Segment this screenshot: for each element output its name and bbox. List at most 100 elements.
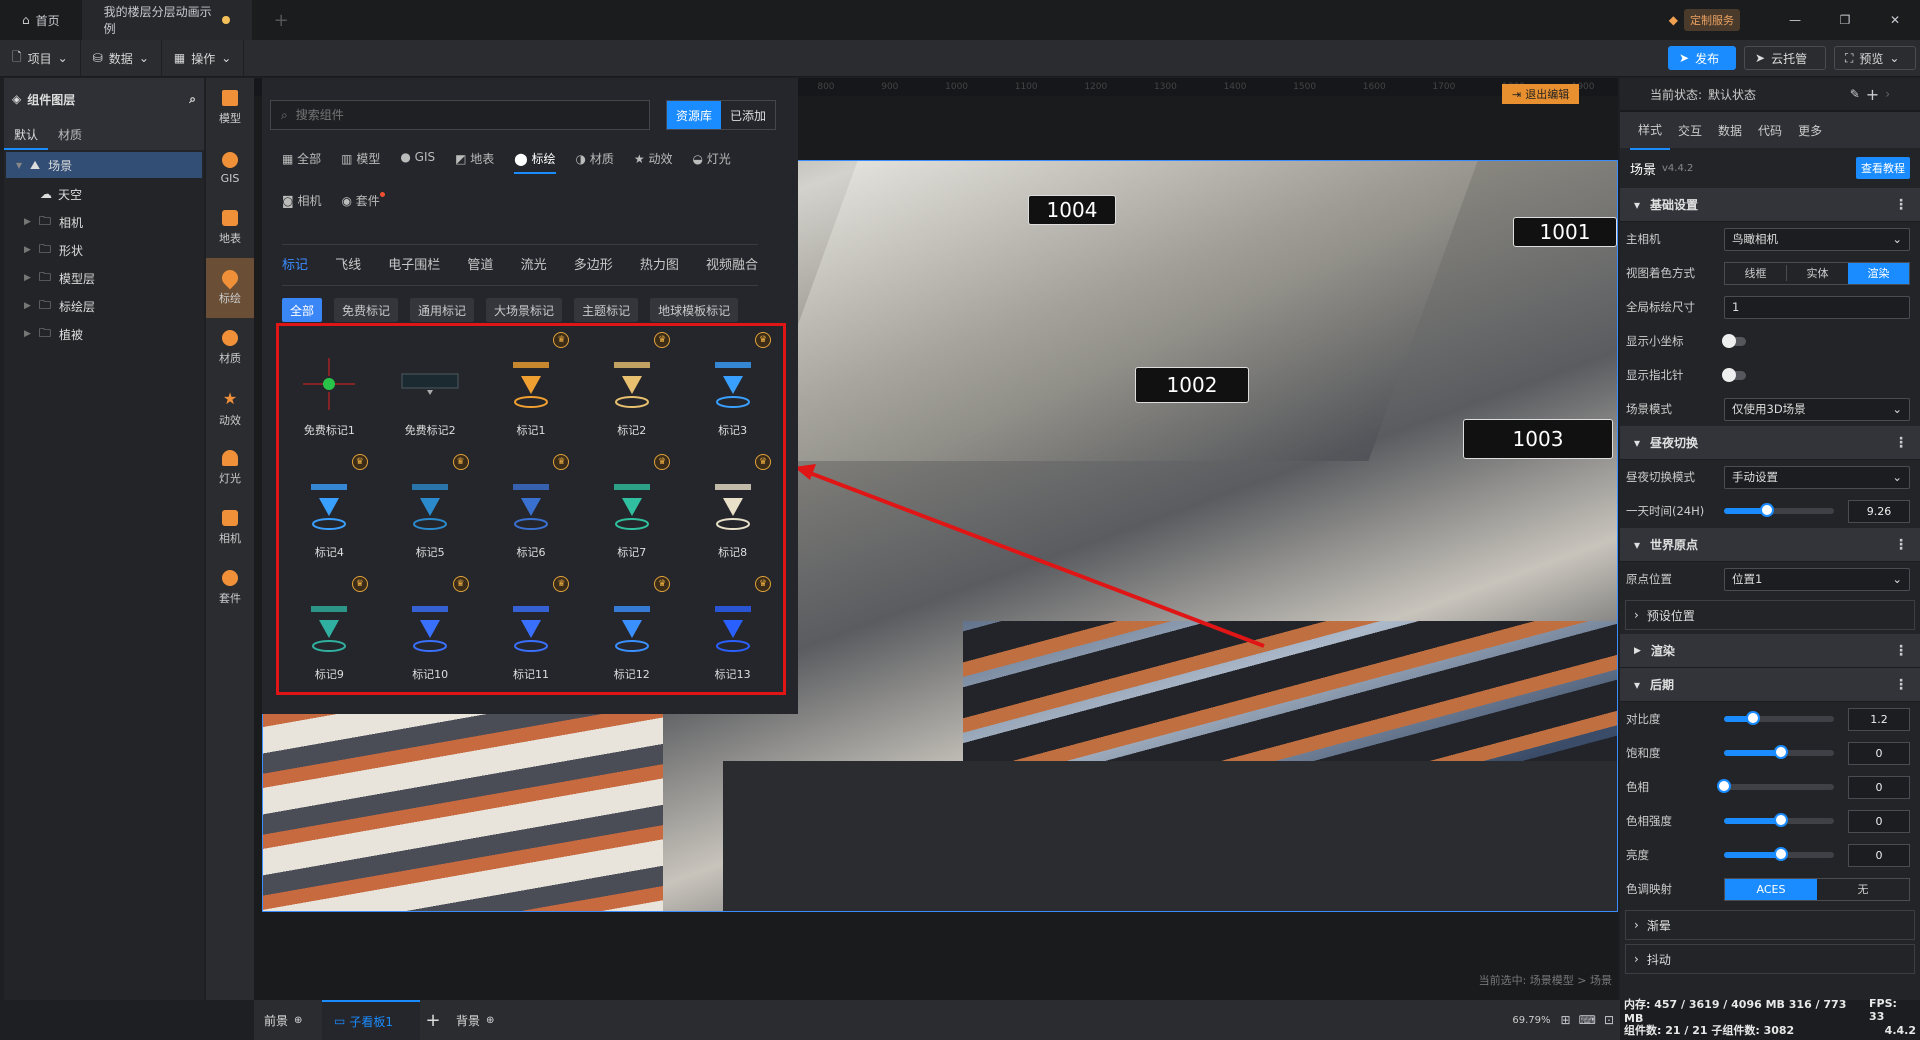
filter-general[interactable]: 通用标记 bbox=[410, 298, 475, 322]
filter-globe-template[interactable]: 地球模板标记 bbox=[650, 298, 739, 322]
category-effect[interactable]: ★ 动效 bbox=[206, 378, 254, 438]
publish-button[interactable]: ➤ 发布 bbox=[1668, 46, 1736, 70]
origin-select[interactable]: 位置1 ⌄ bbox=[1724, 567, 1910, 591]
component-search[interactable]: ⌕ bbox=[270, 100, 650, 130]
shading-wireframe[interactable]: 线框 bbox=[1725, 265, 1787, 281]
section-basic[interactable]: ▾ 基础设置 ⋮ bbox=[1620, 188, 1920, 222]
show-compass-toggle[interactable] bbox=[1722, 367, 1746, 382]
minimize-button[interactable]: — bbox=[1770, 13, 1820, 27]
marker-item[interactable]: 免费标记1 bbox=[279, 326, 380, 448]
jitter-collapse[interactable]: › 抖动 bbox=[1625, 944, 1915, 974]
subtab-streamer[interactable]: 流光 bbox=[521, 254, 547, 273]
menu-operate[interactable]: ▦ 操作 ⌄ bbox=[162, 39, 245, 77]
category-terrain[interactable]: ◩ 地表 bbox=[455, 150, 494, 174]
tree-item-camera[interactable]: ▶ 🗀 相机 bbox=[4, 208, 204, 236]
tree-item-vegetation[interactable]: ▶ 🗀 植被 bbox=[4, 320, 204, 348]
time-slider[interactable] bbox=[1724, 503, 1834, 517]
slider-handle[interactable] bbox=[1745, 711, 1760, 725]
slider-value-input[interactable]: 1.2 bbox=[1848, 707, 1910, 731]
zoom-level[interactable]: 69.79% bbox=[1512, 1015, 1550, 1026]
subtab-heatmap[interactable]: 热力图 bbox=[640, 254, 679, 273]
tab-interaction[interactable]: 交互 bbox=[1670, 112, 1710, 149]
add-circle-icon[interactable]: ⊕ bbox=[486, 1015, 494, 1026]
more-icon[interactable]: ⋮ bbox=[1894, 643, 1908, 659]
tab-background[interactable]: 背景 ⊕ bbox=[446, 1000, 504, 1040]
category-model[interactable]: ▥ 模型 bbox=[341, 150, 380, 174]
edit-icon[interactable]: ✎ bbox=[1850, 87, 1860, 101]
tree-item-plot-layer[interactable]: ▶ 🗀 标绘层 bbox=[4, 292, 204, 320]
post-slider[interactable] bbox=[1724, 813, 1834, 827]
tree-item-shape[interactable]: ▶ 🗀 形状 bbox=[4, 236, 204, 264]
category-gis[interactable]: GIS bbox=[206, 138, 254, 198]
slider-handle[interactable] bbox=[1774, 847, 1789, 861]
section-daynight[interactable]: ▾ 昼夜切换 ⋮ bbox=[1620, 426, 1920, 460]
marker-item[interactable]: 标记4 ♛ bbox=[279, 448, 380, 570]
marker-item[interactable]: 标记7 ♛ bbox=[581, 448, 682, 570]
subtab-video-fusion[interactable]: 视频融合 bbox=[706, 254, 758, 273]
search-input[interactable] bbox=[295, 108, 616, 122]
menu-project[interactable]: 🗋 项目 ⌄ bbox=[0, 39, 81, 77]
tab-material[interactable]: 材质 bbox=[48, 120, 92, 150]
tonemap-aces[interactable]: ACES bbox=[1725, 878, 1817, 900]
slider-value-input[interactable]: 0 bbox=[1848, 741, 1910, 765]
more-icon[interactable]: ⋮ bbox=[1894, 435, 1908, 451]
slider-handle[interactable] bbox=[1717, 779, 1731, 793]
category-camera[interactable]: 相机 bbox=[206, 498, 254, 558]
close-button[interactable]: ✕ bbox=[1870, 13, 1920, 27]
subtab-polygon[interactable]: 多边形 bbox=[574, 254, 613, 273]
category-material[interactable]: ◑ 材质 bbox=[576, 150, 614, 174]
show-axis-toggle[interactable] bbox=[1722, 333, 1746, 348]
vignette-collapse[interactable]: › 渐晕 bbox=[1625, 910, 1915, 940]
marker-item[interactable]: 标记3 ♛ bbox=[682, 326, 783, 448]
preset-position-collapse[interactable]: › 预设位置 bbox=[1625, 600, 1915, 630]
custom-service-button[interactable]: ◆ 定制服务 bbox=[1669, 9, 1740, 31]
main-camera-select[interactable]: 鸟瞰相机 ⌄ bbox=[1724, 227, 1910, 251]
tab-added[interactable]: 已添加 bbox=[721, 101, 775, 129]
slider-handle[interactable] bbox=[1774, 813, 1789, 827]
marker-item[interactable]: 标记11 ♛ bbox=[481, 570, 582, 692]
category-light[interactable]: 灯光 bbox=[206, 438, 254, 498]
tutorial-button[interactable]: 查看教程 bbox=[1856, 157, 1910, 179]
fit-screen-icon[interactable]: ⊞ bbox=[1561, 1013, 1571, 1027]
category-camera[interactable]: ◙ 相机 bbox=[282, 192, 321, 209]
category-plot[interactable]: 标绘 bbox=[206, 258, 254, 318]
filter-large-scene[interactable]: 大场景标记 bbox=[486, 298, 563, 322]
marker-item[interactable]: 标记5 ♛ bbox=[380, 448, 481, 570]
mark-size-input[interactable]: 1 bbox=[1724, 295, 1910, 319]
slider-value-input[interactable]: 0 bbox=[1848, 809, 1910, 833]
subtab-flyline[interactable]: 飞线 bbox=[335, 254, 361, 273]
category-kit[interactable]: ◉ 套件 bbox=[341, 192, 385, 209]
section-render[interactable]: ▶ 渲染 ⋮ bbox=[1620, 634, 1920, 668]
marker-item[interactable]: 标记8 ♛ bbox=[682, 448, 783, 570]
keyboard-icon[interactable]: ⌨ bbox=[1579, 1013, 1596, 1027]
tab-library[interactable]: 资源库 bbox=[667, 101, 722, 129]
slider-handle[interactable] bbox=[1759, 503, 1774, 517]
post-slider[interactable] bbox=[1717, 779, 1834, 793]
category-kit[interactable]: 套件 bbox=[206, 558, 254, 618]
cloud-hosting-button[interactable]: ➤ 云托管 bbox=[1744, 46, 1826, 70]
more-icon[interactable]: ⋮ bbox=[1894, 537, 1908, 553]
marker-item[interactable]: 标记2 ♛ bbox=[581, 326, 682, 448]
tab-default[interactable]: 默认 bbox=[4, 120, 49, 150]
filter-theme[interactable]: 主题标记 bbox=[574, 298, 639, 322]
marker-item[interactable]: 标记13 ♛ bbox=[682, 570, 783, 692]
tonemap-none[interactable]: 无 bbox=[1817, 881, 1909, 897]
tree-item-scene[interactable]: ▾ ⛰ 场景 bbox=[6, 152, 202, 178]
preview-button[interactable]: ⛶ 预览 ⌄ bbox=[1834, 46, 1916, 70]
category-gis[interactable]: ● GIS bbox=[400, 150, 435, 174]
tab-style[interactable]: 样式 bbox=[1630, 111, 1671, 150]
filter-free[interactable]: 免费标记 bbox=[334, 298, 399, 322]
more-icon[interactable]: ⋮ bbox=[1894, 677, 1908, 693]
tab-data[interactable]: 数据 bbox=[1710, 112, 1750, 149]
menu-data[interactable]: ⛁ 数据 ⌄ bbox=[81, 39, 162, 77]
post-slider[interactable] bbox=[1724, 711, 1834, 725]
tab-more[interactable]: 更多 bbox=[1790, 112, 1830, 149]
subtab-marker[interactable]: 标记 bbox=[282, 254, 308, 273]
tab-foreground[interactable]: 前景 ⊕ bbox=[254, 1000, 322, 1040]
time-input[interactable]: 9.26 bbox=[1848, 499, 1910, 523]
category-effect[interactable]: ★ 动效 bbox=[634, 150, 673, 174]
slider-handle[interactable] bbox=[1774, 745, 1789, 759]
marker-item[interactable]: 标记10 ♛ bbox=[380, 570, 481, 692]
scene-mode-select[interactable]: 仅使用3D场景 ⌄ bbox=[1724, 397, 1910, 421]
marker-item[interactable]: 标记12 ♛ bbox=[581, 570, 682, 692]
